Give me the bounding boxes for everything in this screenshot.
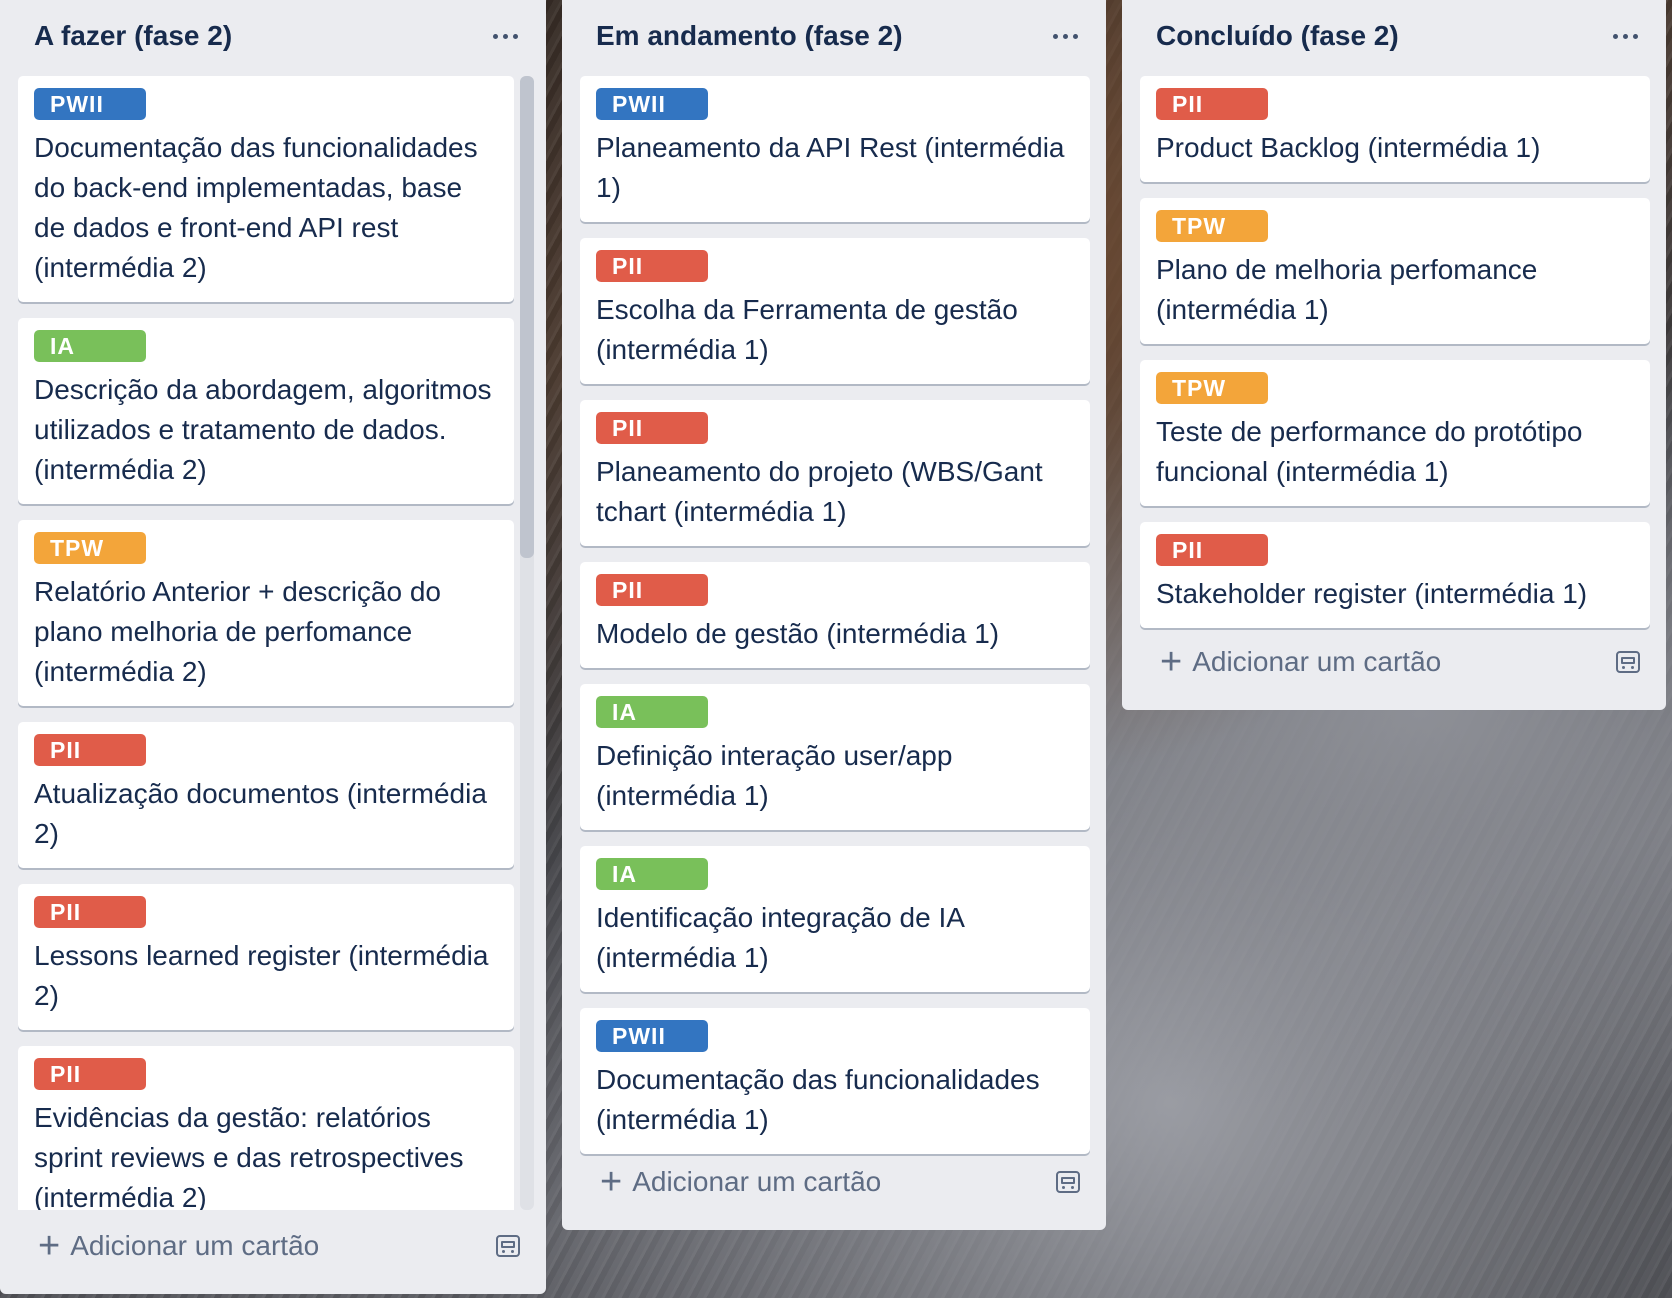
card-title: Modelo de gestão (intermédia 1) — [596, 618, 1000, 649]
card-title: Teste de performance do protótipo funcio… — [1156, 416, 1583, 487]
card-label-badge[interactable]: IA — [596, 696, 708, 728]
card-list: PII Product Backlog (intermédia 1) TPW Plan… — [1140, 76, 1650, 644]
add-card-row: + Adicionar um cartão — [580, 1154, 1090, 1210]
card-label-badge[interactable]: TPW — [34, 532, 146, 564]
plus-icon: + — [600, 1161, 623, 1203]
card-label-badge[interactable]: PWII — [596, 88, 708, 120]
list-concluido: Concluído (fase 2) PII Product Backlog (i… — [1122, 0, 1666, 710]
card[interactable]: PII Lessons learned register (intermédia … — [18, 884, 514, 1030]
card[interactable]: IA Identificação integração de IA (interm… — [580, 846, 1090, 992]
card-label-badge[interactable]: PII — [34, 896, 146, 928]
list-em-andamento: Em andamento (fase 2) PWII Planeamento da… — [562, 0, 1106, 1230]
list-header: A fazer (fase 2) — [16, 0, 530, 72]
list-header: Concluído (fase 2) — [1138, 0, 1650, 72]
list-title[interactable]: A fazer (fase 2) — [16, 20, 232, 52]
card[interactable]: IA Descrição da abordagem, algoritmos uti… — [18, 318, 514, 504]
card-title: Atualização documentos (intermédia 2) — [34, 778, 487, 849]
card-title: Definição interação user/app (intermédia… — [596, 740, 953, 811]
card-label-badge[interactable]: PII — [34, 1058, 146, 1090]
card[interactable]: PWII Documentação das funcionalidades (in… — [580, 1008, 1090, 1154]
card-list: PWII Documentação das funcionalidades do … — [18, 76, 514, 1210]
add-card-button[interactable]: + Adicionar um cartão — [580, 1163, 881, 1201]
card-title: Documentação das funcionalidades do back… — [34, 132, 478, 283]
scrollbar-thumb[interactable] — [520, 76, 534, 558]
card-label-badge[interactable]: IA — [34, 330, 146, 362]
card-title: Documentação das funcionalidades (interm… — [596, 1064, 1040, 1135]
card[interactable]: TPW Teste de performance do protótipo fun… — [1140, 360, 1650, 506]
board: A fazer (fase 2) PWII Documentação das fu… — [0, 0, 1672, 1298]
create-from-template-icon[interactable] — [1056, 1171, 1080, 1193]
plus-icon: + — [38, 1225, 61, 1267]
card-label-badge[interactable]: PWII — [596, 1020, 708, 1052]
more-options-icon[interactable] — [493, 33, 530, 39]
add-card-row: + Adicionar um cartão — [1140, 634, 1650, 690]
card[interactable]: PII Modelo de gestão (intermédia 1) — [580, 562, 1090, 668]
card-title: Planeamento da API Rest (intermédia 1) — [596, 132, 1065, 203]
more-options-icon[interactable] — [1053, 33, 1090, 39]
card[interactable]: PII Atualização documentos (intermédia 2) — [18, 722, 514, 868]
card-label-badge[interactable]: PII — [596, 574, 708, 606]
card-title: Descrição da abordagem, algoritmos utili… — [34, 374, 492, 485]
add-card-button[interactable]: + Adicionar um cartão — [18, 1227, 319, 1265]
card[interactable]: PWII Documentação das funcionalidades do … — [18, 76, 514, 302]
create-from-template-icon[interactable] — [1616, 651, 1640, 673]
card-label-badge[interactable]: PII — [596, 250, 708, 282]
card-label-badge[interactable]: PII — [1156, 88, 1268, 120]
scrollbar[interactable] — [520, 76, 534, 1210]
card-label-badge[interactable]: PWII — [34, 88, 146, 120]
add-card-row: + Adicionar um cartão — [18, 1218, 530, 1274]
card-title: Evidências da gestão: relatórios sprint … — [34, 1102, 464, 1210]
card[interactable]: PII Escolha da Ferramenta de gestão (inte… — [580, 238, 1090, 384]
card-title: Lessons learned register (intermédia 2) — [34, 940, 489, 1011]
card-label-badge[interactable]: PII — [596, 412, 708, 444]
card-title: Escolha da Ferramenta de gestão (intermé… — [596, 294, 1018, 365]
card-title: Stakeholder register (intermédia 1) — [1156, 578, 1588, 609]
card[interactable]: PWII Planeamento da API Rest (intermédia … — [580, 76, 1090, 222]
card[interactable]: TPW Relatório Anterior + descrição do pla… — [18, 520, 514, 706]
add-card-label: Adicionar um cartão — [632, 1166, 882, 1197]
list-a-fazer: A fazer (fase 2) PWII Documentação das fu… — [0, 0, 546, 1294]
card[interactable]: IA Definição interação user/app (interméd… — [580, 684, 1090, 830]
more-options-icon[interactable] — [1613, 33, 1650, 39]
card-label-badge[interactable]: TPW — [1156, 372, 1268, 404]
card-label-badge[interactable]: PII — [34, 734, 146, 766]
card[interactable]: PII Product Backlog (intermédia 1) — [1140, 76, 1650, 182]
card-title: Relatório Anterior + descrição do plano … — [34, 576, 441, 687]
plus-icon: + — [1160, 641, 1183, 683]
list-header: Em andamento (fase 2) — [578, 0, 1090, 72]
card[interactable]: PII Evidências da gestão: relatórios spri… — [18, 1046, 514, 1210]
create-from-template-icon[interactable] — [496, 1235, 520, 1257]
add-card-label: Adicionar um cartão — [70, 1230, 320, 1261]
card-label-badge[interactable]: IA — [596, 858, 708, 890]
card-title: Planeamento do projeto (WBS/Gant tchart … — [596, 456, 1043, 527]
card-title: Plano de melhoria perfomance (intermédia… — [1156, 254, 1538, 325]
card-title: Product Backlog (intermédia 1) — [1156, 132, 1541, 163]
card[interactable]: TPW Plano de melhoria perfomance (intermé… — [1140, 198, 1650, 344]
list-title[interactable]: Em andamento (fase 2) — [578, 20, 903, 52]
card-label-badge[interactable]: TPW — [1156, 210, 1268, 242]
list-title[interactable]: Concluído (fase 2) — [1138, 20, 1399, 52]
card[interactable]: PII Planeamento do projeto (WBS/Gant tcha… — [580, 400, 1090, 546]
card-label-badge[interactable]: PII — [1156, 534, 1268, 566]
card[interactable]: PII Stakeholder register (intermédia 1) — [1140, 522, 1650, 628]
add-card-label: Adicionar um cartão — [1192, 646, 1442, 677]
add-card-button[interactable]: + Adicionar um cartão — [1140, 643, 1441, 681]
card-list: PWII Planeamento da API Rest (intermédia … — [580, 76, 1090, 1170]
card-title: Identificação integração de IA (interméd… — [596, 902, 964, 973]
